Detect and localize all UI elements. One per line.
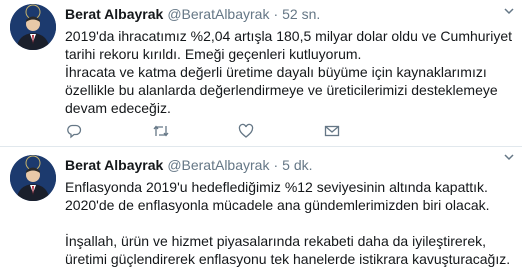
chevron-down-icon[interactable] [504,149,514,161]
author-handle[interactable]: @BeratAlbayrak [167,157,269,173]
tweet-header: Berat Albayrak @BeratAlbayrak · 5 dk. [65,157,512,173]
chevron-down-icon[interactable] [504,3,514,15]
avatar-image [10,155,56,201]
tweet-actions [66,122,410,140]
author-handle[interactable]: @BeratAlbayrak [167,6,269,22]
avatar[interactable] [10,4,56,50]
separator: · [273,157,279,173]
reply-icon[interactable] [66,122,84,140]
author-name[interactable]: Berat Albayrak [65,157,163,173]
tweet[interactable]: Berat Albayrak @BeratAlbayrak · 52 sn. 2… [0,0,522,147]
timestamp[interactable]: 52 sn. [282,6,320,22]
tweet-text: 2019'da ihracatımız %2,04 artışla 180,5 … [65,28,513,116]
tweet[interactable]: Berat Albayrak @BeratAlbayrak · 5 dk. En… [0,146,522,273]
timestamp[interactable]: 5 dk. [282,157,312,173]
separator: · [273,6,279,22]
avatar[interactable] [10,155,56,201]
retweet-icon[interactable] [152,122,170,140]
tweet-header: Berat Albayrak @BeratAlbayrak · 52 sn. [65,6,512,22]
avatar-image [10,4,56,50]
direct-message-icon[interactable] [324,122,342,140]
like-icon[interactable] [238,122,256,140]
tweet-text: Enflasyonda 2019'u hedeflediğimiz %12 se… [65,179,511,267]
author-name[interactable]: Berat Albayrak [65,6,163,22]
